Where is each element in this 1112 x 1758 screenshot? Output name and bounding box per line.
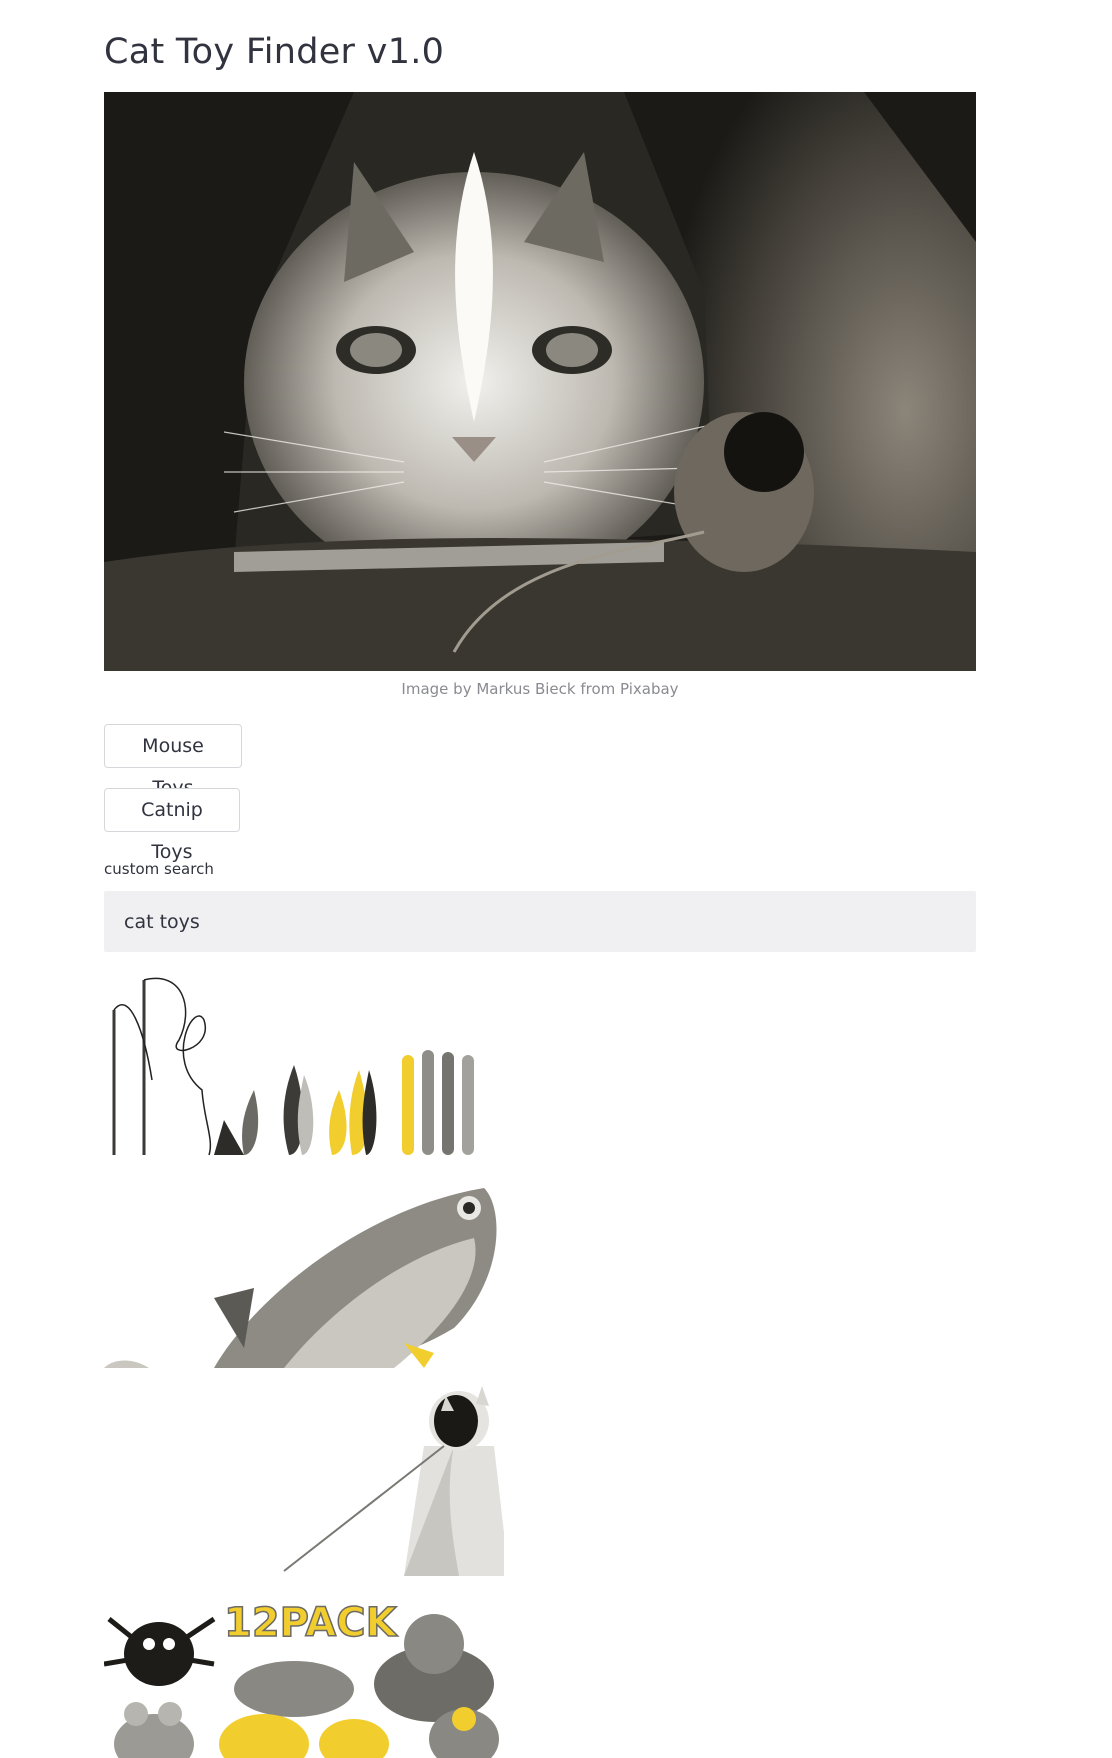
result-image-fish-toy[interactable] <box>104 1178 504 1368</box>
result-image-12-pack-toys[interactable]: 12PACK <box>104 1594 504 1758</box>
catnip-toys-button[interactable]: Catnip Toys <box>104 788 240 863</box>
result-image-feather-wand-toys[interactable] <box>104 970 504 1160</box>
pack-label-text: 12PACK <box>224 1600 399 1646</box>
result-image-laser-toy[interactable] <box>104 1386 504 1576</box>
custom-search-label: custom search <box>104 860 214 878</box>
hero-image-caption: Image by Markus Bieck from Pixabay <box>401 680 679 698</box>
custom-search-input[interactable] <box>104 891 976 952</box>
page-title: Cat Toy Finder v1.0 <box>104 32 445 72</box>
hero-image-cat-and-mouse <box>104 92 976 671</box>
mouse-toys-button[interactable]: Mouse Toys <box>104 724 242 799</box>
app-page: Cat Toy Finder v1.0 Image by Markus Biec… <box>0 0 1112 1758</box>
